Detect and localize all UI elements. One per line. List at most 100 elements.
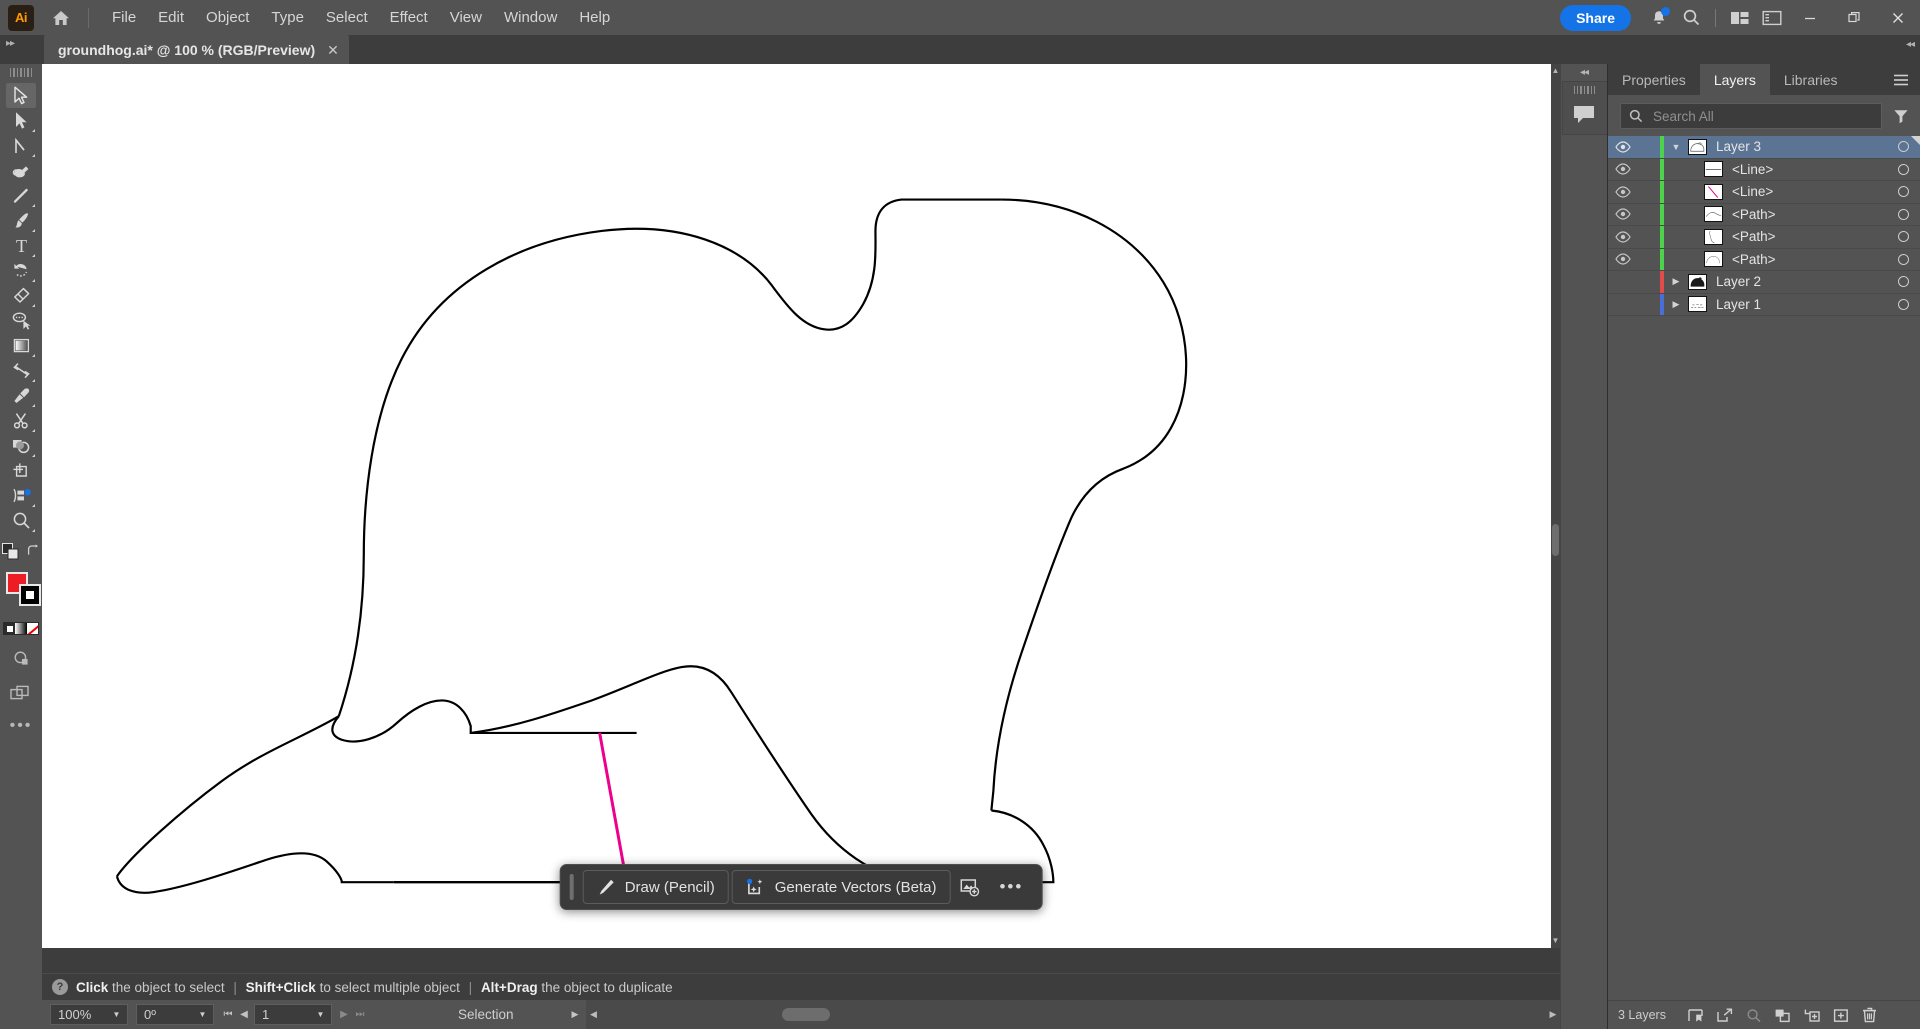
layer-row-layer-2[interactable]: ▶ Layer 2 <box>1608 271 1920 294</box>
chevron-down-icon[interactable]: ▼ <box>194 1010 211 1019</box>
comment-icon[interactable] <box>1563 96 1607 134</box>
color-mode-swatches[interactable] <box>3 622 39 635</box>
default-fill-stroke-icon[interactable] <box>0 539 21 564</box>
visibility-toggle-icon[interactable] <box>1608 186 1638 198</box>
layers-search-box[interactable] <box>1620 103 1882 129</box>
canvas-vertical-scrollbar[interactable]: ▲ ▼ <box>1551 64 1560 948</box>
draw-mode-icon[interactable] <box>6 645 36 670</box>
width-tool[interactable] <box>6 358 36 383</box>
notifications-icon[interactable] <box>1643 2 1675 34</box>
visibility-toggle-icon[interactable] <box>1608 231 1638 243</box>
filter-icon[interactable] <box>1890 108 1912 124</box>
rail-collapse-icon[interactable]: ◂◂ <box>1561 64 1607 81</box>
target-indicator[interactable] <box>1886 298 1920 310</box>
disclosure-triangle-icon[interactable]: ▶ <box>1664 299 1688 310</box>
tab-properties[interactable]: Properties <box>1608 64 1700 95</box>
color-swatch-none[interactable] <box>26 623 38 634</box>
target-indicator[interactable] <box>1886 231 1920 243</box>
search-input[interactable] <box>1651 107 1873 125</box>
tab-layers[interactable]: Layers <box>1699 64 1770 95</box>
help-icon[interactable]: ? <box>52 979 68 995</box>
search-icon[interactable] <box>1675 2 1707 34</box>
stroke-swatch[interactable] <box>19 584 41 606</box>
layer-row-layer-1[interactable]: ▶ Layer 1 <box>1608 293 1920 316</box>
create-new-layer-icon[interactable] <box>1828 1003 1854 1027</box>
menu-select[interactable]: Select <box>315 3 379 32</box>
lasso-tool[interactable] <box>6 308 36 333</box>
release-to-layers-icon[interactable] <box>1712 1003 1738 1027</box>
locate-object-icon[interactable] <box>1683 1003 1709 1027</box>
home-icon[interactable] <box>44 1 78 35</box>
disclosure-triangle-icon[interactable]: ▶ <box>1664 276 1688 287</box>
gradient-tool[interactable] <box>6 333 36 358</box>
toolbar-collapse-icon[interactable]: ▸▸ <box>6 38 15 49</box>
zoom-tool[interactable] <box>6 508 36 533</box>
status-mode-chevron-icon[interactable]: ▶ <box>572 1009 579 1020</box>
canvas-horizontal-scrollbar[interactable]: ◀ ▶ <box>586 1000 1560 1029</box>
menu-help[interactable]: Help <box>568 3 621 32</box>
color-swatch-solid[interactable] <box>4 623 16 634</box>
menu-effect[interactable]: Effect <box>379 3 439 32</box>
menu-view[interactable]: View <box>439 3 493 32</box>
canvas-area[interactable]: ▲ ▼ Draw (Pencil) Generate Vectors (Beta… <box>42 64 1560 973</box>
rotation-field[interactable]: 0º ▼ <box>136 1004 214 1025</box>
layer-row-line-2[interactable]: <Line> <box>1608 181 1920 204</box>
shape-builder-tool[interactable] <box>6 433 36 458</box>
collect-in-new-layer-icon[interactable] <box>1770 1003 1796 1027</box>
panel-collapse-icon[interactable]: ◂◂ <box>1906 39 1915 50</box>
generate-vectors-button[interactable]: Generate Vectors (Beta) <box>731 870 951 904</box>
scroll-left-arrow-icon[interactable]: ◀ <box>586 1000 600 1029</box>
target-indicator[interactable] <box>1886 253 1920 265</box>
target-indicator[interactable] <box>1886 163 1920 175</box>
close-icon[interactable]: ✕ <box>327 43 339 57</box>
draw-pencil-button[interactable]: Draw (Pencil) <box>582 870 729 904</box>
rotate-tool[interactable] <box>6 258 36 283</box>
eraser-tool[interactable] <box>6 283 36 308</box>
direct-selection-tool[interactable] <box>6 108 36 133</box>
menu-window[interactable]: Window <box>493 3 568 32</box>
paintbrush-tool[interactable] <box>6 208 36 233</box>
groundhog-artwork[interactable] <box>42 64 1551 948</box>
target-indicator[interactable] <box>1886 208 1920 220</box>
contextual-more-options-icon[interactable]: ••• <box>990 877 1032 897</box>
previous-artboard-button[interactable]: ◀ <box>236 1009 252 1020</box>
tools-panel-grip[interactable] <box>10 68 32 77</box>
visibility-toggle-icon[interactable] <box>1608 253 1638 265</box>
menu-file[interactable]: File <box>101 3 147 32</box>
window-close-button[interactable] <box>1876 0 1920 35</box>
artboard-number-field[interactable]: 1 ▼ <box>254 1004 332 1025</box>
share-button[interactable]: Share <box>1560 4 1631 31</box>
workspace-switcher-icon[interactable] <box>1756 2 1788 34</box>
artboard-tool[interactable] <box>6 458 36 483</box>
window-minimize-button[interactable] <box>1788 0 1832 35</box>
image-trace-icon[interactable] <box>953 871 987 903</box>
scissors-tool[interactable] <box>6 408 36 433</box>
target-indicator[interactable] <box>1886 276 1920 288</box>
comment-panel-grip[interactable] <box>1573 86 1596 94</box>
layer-row-line-1[interactable]: <Line> <box>1608 158 1920 181</box>
layer-row-path-3[interactable]: <Path> <box>1608 248 1920 271</box>
visibility-toggle-icon[interactable] <box>1608 208 1638 220</box>
chevron-down-icon[interactable]: ▼ <box>312 1010 329 1019</box>
type-tool[interactable]: T <box>6 233 36 258</box>
menu-type[interactable]: Type <box>260 3 315 32</box>
tab-libraries[interactable]: Libraries <box>1770 64 1852 95</box>
create-new-sublayer-icon[interactable] <box>1799 1003 1825 1027</box>
pen-tool[interactable] <box>6 133 36 158</box>
curvature-tool[interactable] <box>6 158 36 183</box>
chevron-down-icon[interactable]: ▼ <box>108 1010 125 1019</box>
artboard[interactable] <box>42 64 1551 948</box>
visibility-toggle-icon[interactable] <box>1608 163 1638 175</box>
zoom-level-field[interactable]: 100% ▼ <box>50 1004 128 1025</box>
layer-row-path-1[interactable]: <Path> <box>1608 203 1920 226</box>
disclosure-triangle-icon[interactable]: ▼ <box>1664 142 1688 152</box>
arrange-documents-icon[interactable] <box>1724 2 1756 34</box>
screen-mode-icon[interactable] <box>6 680 36 705</box>
edit-toolbar-icon[interactable]: ••• <box>10 717 33 735</box>
delete-selection-icon[interactable] <box>1857 1003 1883 1027</box>
menu-edit[interactable]: Edit <box>147 3 195 32</box>
scroll-up-arrow-icon[interactable]: ▲ <box>1551 64 1560 78</box>
scroll-right-arrow-icon[interactable]: ▶ <box>1546 1000 1560 1029</box>
window-restore-button[interactable] <box>1832 0 1876 35</box>
line-segment-tool[interactable] <box>6 183 36 208</box>
